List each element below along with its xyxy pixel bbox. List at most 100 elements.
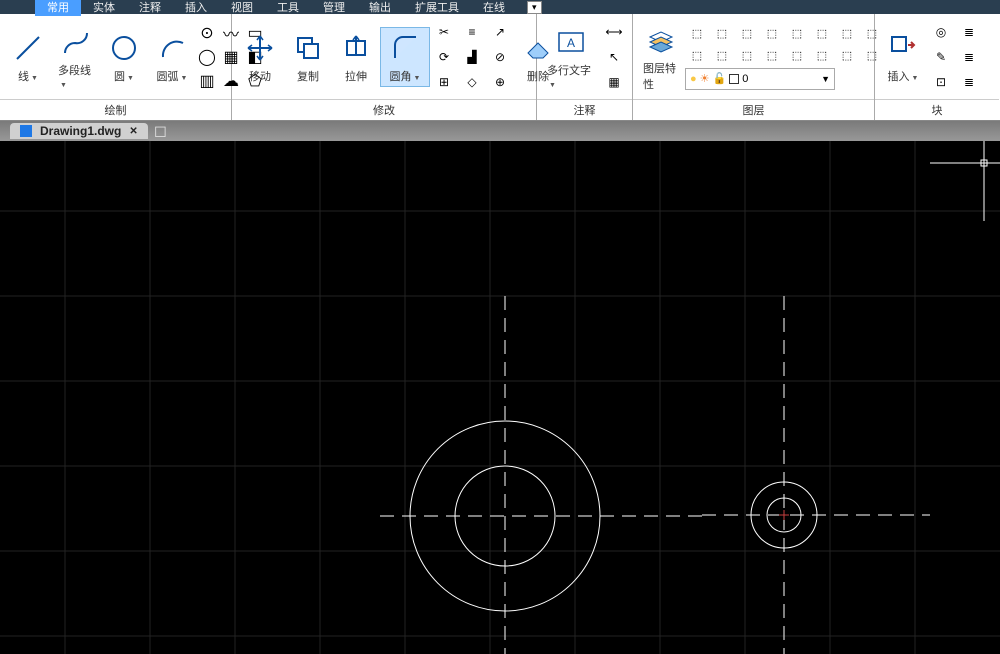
panel-layer: 图层特性 ⬚⬚⬚⬚⬚⬚⬚⬚ ⬚⬚⬚⬚⬚⬚⬚⬚ ● ☀ 🔓 0 ▼ 图: [633, 14, 875, 120]
crosshair-cursor: [930, 141, 1000, 221]
create-icon[interactable]: ◎: [929, 21, 953, 43]
point-icon[interactable]: ⊙: [196, 22, 218, 44]
copy-label: 复制: [297, 68, 319, 84]
array-icon[interactable]: ⊞: [432, 71, 456, 93]
layer-tool-row2: ⬚⬚⬚⬚⬚⬚⬚⬚: [685, 46, 884, 66]
dim-icon[interactable]: ⟷: [602, 21, 626, 43]
layers-icon: [643, 22, 679, 58]
edit-icon[interactable]: ✎: [929, 46, 953, 68]
fillet-button[interactable]: 圆角: [380, 27, 430, 87]
ribbon: 线 多段线 圆 圆弧 ⊙ 〰 ▭ ◯ ▦ ◧ ▥ ☁: [0, 14, 1000, 121]
stretch-button[interactable]: 拉伸: [332, 28, 380, 86]
layer-props-button[interactable]: 图层特性: [637, 20, 685, 94]
offset-icon[interactable]: ≡: [460, 21, 484, 43]
table-icon[interactable]: ▦: [602, 71, 626, 93]
lay14-icon[interactable]: ⬚: [810, 46, 834, 66]
circle-icon: [106, 30, 142, 66]
doc-tab-label: Drawing1.dwg: [40, 124, 121, 138]
lay1-icon[interactable]: ⬚: [685, 24, 709, 44]
block-col1: ◎ ✎ ⊡: [929, 21, 953, 93]
panel-modify: 移动 复制 拉伸 圆角 ✂ ⟳ ⊞ ≡ ▟ ◇: [232, 14, 537, 120]
menubar: 常用 实体 注释 插入 视图 工具 管理 输出 扩展工具 在线 ▾: [0, 0, 1000, 14]
rotate-icon[interactable]: ⟳: [432, 46, 456, 68]
lay4-icon[interactable]: ⬚: [760, 24, 784, 44]
line-label: 线: [18, 68, 38, 84]
panel-annotate-label: 注释: [537, 99, 632, 120]
lay12-icon[interactable]: ⬚: [760, 46, 784, 66]
close-icon[interactable]: ✕: [129, 126, 137, 137]
insert-button[interactable]: 插入: [879, 28, 927, 86]
lay11-icon[interactable]: ⬚: [735, 46, 759, 66]
lay10-icon[interactable]: ⬚: [710, 46, 734, 66]
grid: [0, 141, 1000, 654]
lay6-icon[interactable]: ⬚: [810, 24, 834, 44]
insert-label: 插入: [888, 68, 919, 84]
panel-layer-label: 图层: [633, 99, 874, 120]
lay5-icon[interactable]: ⬚: [785, 24, 809, 44]
line-button[interactable]: 线: [4, 28, 52, 86]
polyline-icon: [58, 24, 94, 60]
layer-props-label: 图层特性: [643, 60, 679, 92]
panel-draw: 线 多段线 圆 圆弧 ⊙ 〰 ▭ ◯ ▦ ◧ ▥ ☁: [0, 14, 232, 120]
text-icon: A: [553, 24, 589, 60]
color-swatch-icon: [729, 74, 739, 84]
circle-button[interactable]: 圆: [100, 28, 148, 86]
bulb-on-icon: ●: [690, 73, 697, 85]
document-tabs: Drawing1.dwg ✕ ◻: [0, 121, 1000, 141]
stretch-icon: [338, 30, 374, 66]
svg-text:A: A: [566, 36, 574, 50]
mtext-button[interactable]: A 多行文字: [541, 22, 600, 92]
move-label: 移动: [249, 68, 271, 84]
leader-icon[interactable]: ↖: [602, 46, 626, 68]
menu-dropdown-toggle[interactable]: ▾: [527, 1, 542, 14]
lay9-icon[interactable]: ⬚: [685, 46, 709, 66]
sun-icon: ☀: [700, 72, 710, 85]
layer-tool-row1: ⬚⬚⬚⬚⬚⬚⬚⬚: [685, 24, 884, 44]
move-button[interactable]: 移动: [236, 28, 284, 86]
region-icon[interactable]: ▥: [196, 70, 218, 92]
trim-icon[interactable]: ✂: [432, 21, 456, 43]
b2-icon[interactable]: ≣: [957, 46, 981, 68]
panel-block-label: 块: [875, 99, 999, 120]
layer-selector[interactable]: ● ☀ 🔓 0 ▼: [685, 68, 835, 90]
panel-block: 插入 ◎ ✎ ⊡ ≣ ≣ ≣ 块: [875, 14, 999, 120]
panel-modify-label: 修改: [232, 99, 536, 120]
insert-icon: [885, 30, 921, 66]
modify-col2: ≡ ▟ ◇: [460, 21, 484, 93]
copy-button[interactable]: 复制: [284, 28, 332, 86]
drawing-canvas[interactable]: [0, 141, 1000, 654]
arc-button[interactable]: 圆弧: [148, 28, 196, 86]
lay2-icon[interactable]: ⬚: [710, 24, 734, 44]
panel-draw-label: 绘制: [0, 99, 231, 120]
explode-icon[interactable]: ◇: [460, 71, 484, 93]
fillet-label: 圆角: [390, 68, 421, 84]
arc-label: 圆弧: [157, 68, 188, 84]
break-icon[interactable]: ⊘: [488, 46, 512, 68]
lay7-icon[interactable]: ⬚: [835, 24, 859, 44]
new-tab-icon[interactable]: ◻: [154, 121, 167, 141]
chevron-down-icon: ▼: [821, 74, 830, 84]
modify-col3: ↗ ⊘ ⊕: [488, 21, 512, 93]
block-col2: ≣ ≣ ≣: [957, 21, 981, 93]
mtext-label: 多行文字: [547, 62, 594, 90]
fillet-icon: [387, 30, 423, 66]
b3-icon[interactable]: ≣: [957, 71, 981, 93]
panel-annotate: A 多行文字 ⟷ ↖ ▦ 注释: [537, 14, 633, 120]
lock-icon: 🔓: [713, 72, 727, 85]
lay15-icon[interactable]: ⬚: [835, 46, 859, 66]
layer-name: 0: [742, 73, 748, 85]
mirror-icon[interactable]: ▟: [460, 46, 484, 68]
dwg-icon: [20, 125, 32, 137]
ellipse-icon[interactable]: ◯: [196, 46, 218, 68]
b1-icon[interactable]: ≣: [957, 21, 981, 43]
scale-icon[interactable]: ↗: [488, 21, 512, 43]
polyline-button[interactable]: 多段线: [52, 22, 100, 92]
small-circle-group: [702, 296, 930, 654]
annotate-col: ⟷ ↖ ▦: [602, 21, 626, 93]
circle-label: 圆: [114, 68, 134, 84]
attr-icon[interactable]: ⊡: [929, 71, 953, 93]
lay13-icon[interactable]: ⬚: [785, 46, 809, 66]
doc-tab-drawing1[interactable]: Drawing1.dwg ✕: [10, 123, 148, 139]
lay3-icon[interactable]: ⬚: [735, 24, 759, 44]
join-icon[interactable]: ⊕: [488, 71, 512, 93]
